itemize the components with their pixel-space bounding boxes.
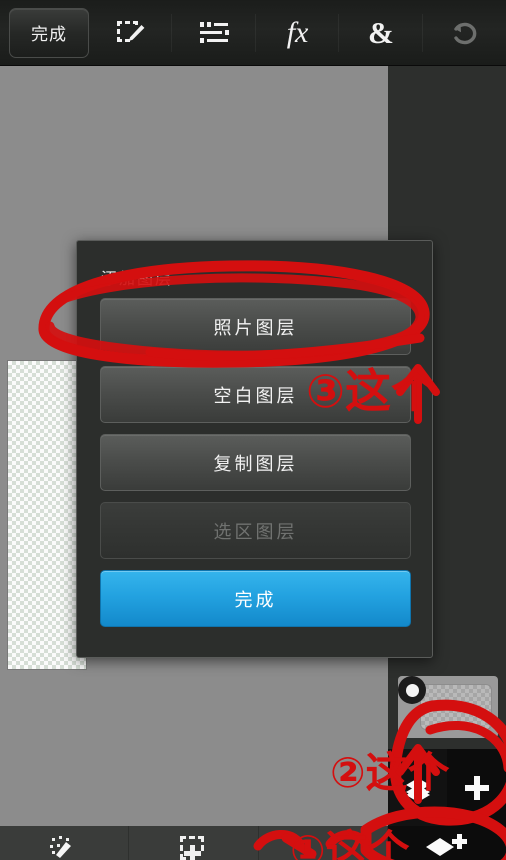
add-layer-button[interactable] [447, 749, 506, 826]
layer-item[interactable] [398, 676, 498, 738]
selection-add-icon [180, 836, 205, 860]
toolbar-item-effects[interactable]: fx [256, 0, 340, 66]
dialog-button-list: 照片图层 空白图层 复制图层 选区图层 完成 [100, 298, 411, 638]
bottom-item-selection-add[interactable] [129, 826, 259, 860]
annotation-label-1: ①这个 [290, 827, 410, 860]
add-layer-icon [426, 834, 467, 856]
toolbar-item-undo[interactable] [423, 0, 506, 66]
add-layer-dialog: 添加图层 照片图层 空白图层 复制图层 选区图层 完成 [76, 240, 433, 658]
magic-wand-icon [50, 836, 72, 858]
done-button[interactable]: 完成 [9, 7, 89, 58]
toolbar-item-selection-edit[interactable] [89, 0, 173, 66]
app-screen: 完成 fx & 添加图层 照片图层 空白图层 复制图层 选区图层 完成 ③这个 … [0, 0, 506, 860]
layer-thumbnail[interactable] [420, 684, 492, 730]
undo-icon [454, 22, 477, 44]
annotation-label-3: ③这个 [306, 365, 437, 417]
photo-layer-label: 照片图层 [213, 317, 298, 338]
effects-fx-icon: fx [286, 15, 309, 49]
selection-layer-button: 选区图层 [100, 502, 411, 559]
top-toolbar: 完成 fx & [0, 0, 506, 66]
canvas-transparent-layer [8, 361, 86, 669]
blank-layer-label: 空白图层 [213, 385, 298, 406]
toolbar-item-blend[interactable]: & [339, 0, 423, 66]
add-layer-plus-icon [464, 775, 489, 800]
adjustments-sliders-icon [200, 21, 230, 43]
done-button-label: 完成 [31, 25, 67, 44]
bottom-item-magic-wand[interactable] [0, 826, 130, 860]
photo-layer-button[interactable]: 照片图层 [100, 298, 411, 355]
selection-layer-label: 选区图层 [213, 521, 298, 542]
annotation-label-2: ②这个 [330, 749, 450, 796]
layer-visibility-toggle[interactable] [398, 676, 426, 704]
dialog-title: 添加图层 [101, 271, 174, 288]
blend-ampersand-icon: & [368, 15, 394, 50]
dialog-confirm-button[interactable]: 完成 [100, 570, 411, 627]
dialog-confirm-label: 完成 [234, 589, 277, 610]
toolbar-item-adjustments[interactable] [172, 0, 256, 66]
visibility-dot-icon [405, 683, 419, 697]
duplicate-layer-button[interactable]: 复制图层 [100, 434, 411, 491]
selection-edit-icon [116, 20, 145, 42]
duplicate-layer-label: 复制图层 [213, 453, 298, 474]
